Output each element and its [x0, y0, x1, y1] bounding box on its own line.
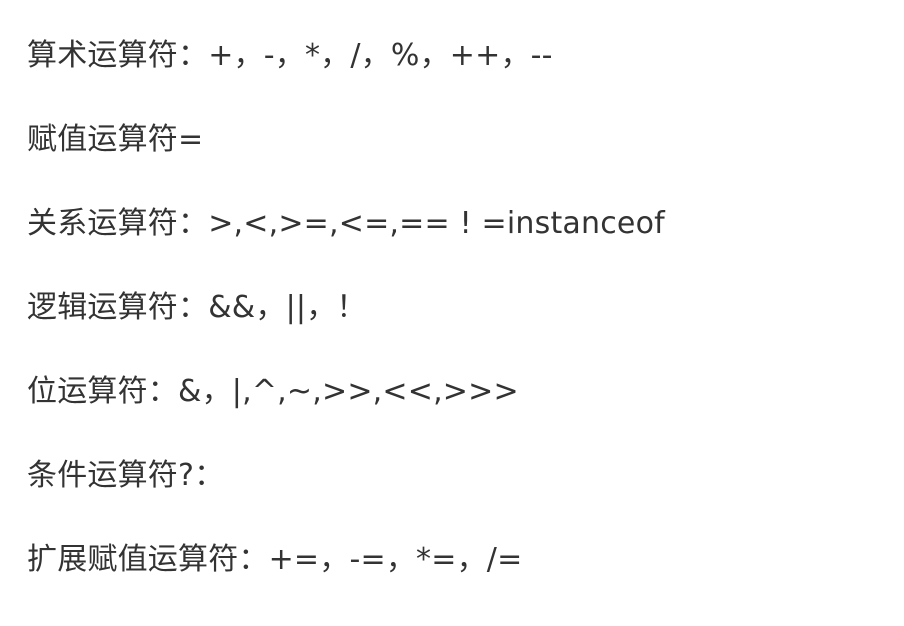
operator-list: 算术运算符：+，-，*，/，%，++，-- 赋值运算符= 关系运算符：>,<,>…	[27, 34, 887, 622]
arithmetic-operators-line: 算术运算符：+，-，*，/，%，++，--	[27, 38, 553, 73]
bitwise-operators-line: 位运算符：&，|,^,~,>>,<<,>>>	[27, 374, 519, 409]
assignment-operator-line: 赋值运算符=	[27, 122, 204, 157]
relational-operators-line: 关系运算符：>,<,>=,<=,== ! =instanceof	[27, 206, 665, 241]
conditional-operator-line: 条件运算符?：	[27, 458, 225, 493]
logical-operators-line: 逻辑运算符：&&，||，！	[27, 290, 367, 325]
compound-assignment-operators-line: 扩展赋值运算符：+=，-=，*=，/=	[27, 542, 523, 577]
